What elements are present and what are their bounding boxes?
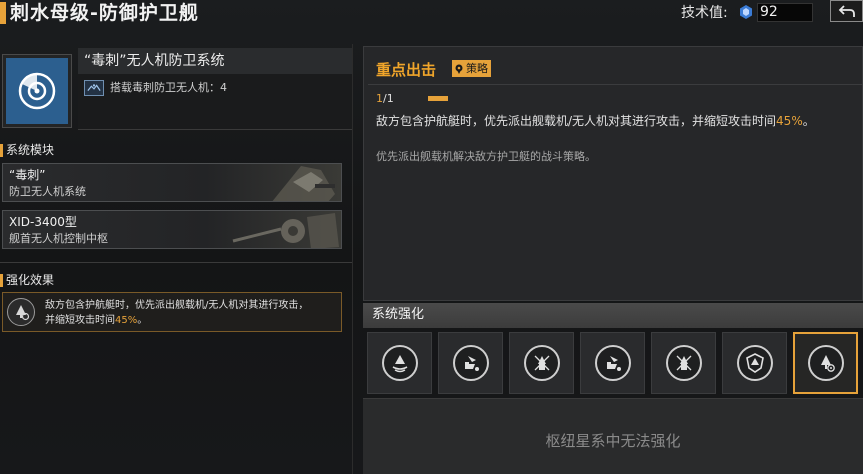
page-title: 刺水母级-防御护卫舰 (10, 2, 199, 24)
modules-section-title: 系统模块 (6, 143, 55, 157)
drone-carrier-icon (84, 80, 104, 96)
pin-icon (455, 64, 463, 74)
module-card-xid3400[interactable]: XID-3400型 舰首无人机控制中枢 (2, 210, 342, 249)
enhance-slot-6[interactable] (722, 332, 787, 394)
effect-text-end: 。 (137, 315, 148, 326)
ship-wave-icon (381, 345, 418, 381)
effect-highlight-value: 45% (115, 315, 138, 326)
top-bar: 刺水母级-防御护卫舰 技术值: 92 (0, 0, 863, 30)
counter-current: 1 (376, 92, 383, 105)
return-arrow-icon (838, 5, 855, 17)
back-button[interactable] (830, 0, 863, 22)
section-accent-mark (0, 144, 3, 157)
strategy-divider (368, 84, 863, 85)
tech-value-label: 技术值: (681, 5, 728, 21)
ship-cross-icon (523, 345, 560, 381)
system-icon-frame[interactable] (2, 54, 72, 128)
ship-cross-icon (665, 345, 702, 381)
enhance-slot-5[interactable] (651, 332, 716, 394)
strategy-text-main: 敌方包含护航艇时，优先派出舰载机/无人机对其进行攻击，并缩短攻击时间 (376, 114, 777, 128)
ship-target-icon (807, 345, 844, 381)
enhance-slot-2[interactable] (438, 332, 503, 394)
ship-shield-icon (736, 345, 773, 381)
enhance-slot-1[interactable] (367, 332, 432, 394)
module-card-sting[interactable]: “毒刺” 防卫无人机系统 (2, 163, 342, 202)
strategy-highlight-value: 45% (776, 114, 803, 128)
ship-enhance-icon (7, 298, 35, 326)
counter-total: /1 (383, 92, 394, 105)
enhance-header-bar (363, 303, 863, 328)
column-divider (352, 44, 353, 474)
strategy-title: 重点出击 (376, 61, 437, 79)
strategy-effect-text: 敌方包含护航艇时，优先派出舰载机/无人机对其进行攻击，并缩短攻击时间45%。 (376, 112, 815, 130)
section-accent-mark (0, 274, 3, 287)
enhance-slot-4[interactable] (580, 332, 645, 394)
effect-text-main: 敌方包含护航艇时，优先派出舰载机/无人机对其进行攻击， (45, 300, 309, 311)
module-artwork (272, 166, 335, 201)
ship-hand-icon (452, 345, 489, 381)
enhance-slot-3[interactable] (509, 332, 574, 394)
strategy-description: 优先派出舰载机解决敌方护卫艇的战斗策略。 (376, 150, 596, 163)
effect-card: 敌方包含护航艇时，优先派出舰载机/无人机对其进行攻击， 并缩短攻击时间45%。 (2, 292, 342, 332)
enhance-slot-7-selected[interactable] (793, 332, 858, 394)
module-subtitle: 防卫无人机系统 (9, 185, 86, 198)
strategy-badge-label: 策略 (466, 62, 488, 75)
tech-gem-icon (740, 5, 752, 19)
system-name: “毒刺”无人机防卫系统 (84, 53, 225, 69)
enhance-unavailable-note: 枢纽星系中无法强化 (545, 432, 681, 450)
strategy-text-end: 。 (802, 114, 815, 128)
drone-count-text: 搭载毒刺防卫无人机：4 (110, 81, 227, 94)
effect-text-second: 并缩短攻击时间 (45, 315, 115, 326)
strategy-badge: 策略 (452, 60, 491, 77)
strategy-counter: 1/1 (376, 91, 394, 106)
tech-value: 92 (760, 4, 778, 20)
system-icon-tile (6, 58, 68, 124)
module-subtitle: 舰首无人机控制中枢 (9, 232, 108, 245)
effect-section-title: 强化效果 (6, 273, 55, 287)
title-accent-mark (0, 2, 6, 24)
strategy-progress-fill (428, 96, 448, 101)
module-name: “毒刺” (9, 168, 46, 182)
module-artwork (232, 213, 339, 248)
ship-hand-icon (594, 345, 631, 381)
effect-description: 敌方包含护航艇时，优先派出舰载机/无人机对其进行攻击， 并缩短攻击时间45%。 (45, 298, 337, 328)
section-divider (0, 262, 352, 263)
module-name: XID-3400型 (9, 215, 77, 229)
radar-target-icon (18, 72, 56, 110)
enhance-section-title: 系统强化 (372, 307, 425, 322)
